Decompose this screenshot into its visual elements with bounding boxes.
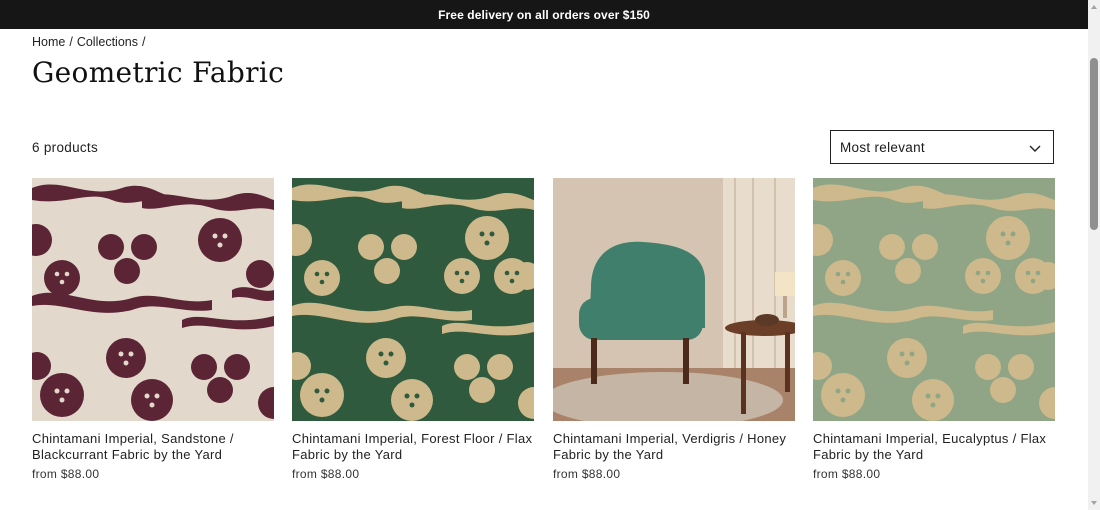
sort-dropdown[interactable]: Most relevant: [830, 130, 1054, 164]
sort-selected-value: Most relevant: [840, 139, 925, 155]
breadcrumb-collections-link[interactable]: Collections: [77, 35, 138, 49]
product-card[interactable]: Chintamani Imperial, Sandstone / Blackcu…: [32, 178, 274, 481]
product-price: from $88.00: [813, 467, 881, 481]
product-image[interactable]: [553, 178, 795, 421]
scroll-up-icon[interactable]: [1091, 5, 1097, 9]
product-name[interactable]: Chintamani Imperial, Forest Floor / Flax…: [292, 431, 534, 463]
product-name[interactable]: Chintamani Imperial, Sandstone / Blackcu…: [32, 431, 274, 463]
product-card[interactable]: Chintamani Imperial, Verdigris / Honey F…: [553, 178, 795, 481]
product-price: from $88.00: [32, 467, 100, 481]
product-name[interactable]: Chintamani Imperial, Eucalyptus / Flax F…: [813, 431, 1055, 463]
announcement-text: Free delivery on all orders over $150: [438, 7, 650, 22]
page-scrollbar[interactable]: [1088, 0, 1100, 510]
product-count: 6 products: [32, 140, 99, 155]
product-image[interactable]: [813, 178, 1055, 421]
product-price: from $88.00: [553, 467, 621, 481]
chevron-down-icon: [1029, 145, 1041, 152]
product-price: from $88.00: [292, 467, 360, 481]
product-image[interactable]: [32, 178, 274, 421]
armchair-room-image: [553, 178, 795, 421]
product-image[interactable]: [292, 178, 534, 421]
fabric-pattern-image: [32, 178, 274, 421]
product-name[interactable]: Chintamani Imperial, Verdigris / Honey F…: [553, 431, 795, 463]
breadcrumb: Home / Collections /: [32, 35, 149, 49]
scrollbar-thumb[interactable]: [1090, 58, 1098, 230]
breadcrumb-separator: /: [69, 35, 73, 49]
scroll-down-icon[interactable]: [1091, 501, 1097, 505]
product-card[interactable]: Chintamani Imperial, Forest Floor / Flax…: [292, 178, 534, 481]
fabric-pattern-image: [292, 178, 534, 421]
product-card[interactable]: Chintamani Imperial, Eucalyptus / Flax F…: [813, 178, 1055, 481]
fabric-pattern-image: [813, 178, 1055, 421]
breadcrumb-home-link[interactable]: Home: [32, 35, 65, 49]
breadcrumb-separator: /: [141, 35, 146, 49]
page-title: Geometric Fabric: [32, 56, 285, 89]
announcement-bar: Free delivery on all orders over $150: [0, 0, 1088, 29]
